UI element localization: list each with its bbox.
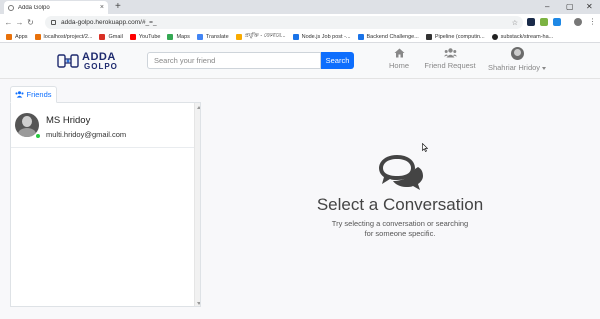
new-tab-button[interactable]: + [115,1,121,13]
empty-state-subtitle: Try selecting a conversation or searchin… [320,219,480,239]
bookmark-star-icon[interactable]: ☆ [512,19,518,27]
profile-dropdown[interactable]: Shahriar Hridoy [482,47,552,72]
search-button[interactable]: Search [321,52,354,69]
avatar [510,47,524,60]
mouse-cursor-icon [422,143,428,152]
profile-avatar-icon[interactable] [574,18,582,26]
online-status-icon [35,133,41,139]
github-icon [491,33,498,40]
minimize-button[interactable]: – [545,1,549,13]
site-icon [357,33,364,40]
bookmark-wikipedia[interactable]: Pipeline (computin... [425,33,485,40]
app-logo[interactable]: ADDA GOLPO [57,51,119,73]
empty-state-subtitle-line2: for someone specific. [364,229,436,238]
empty-state-title: Select a Conversation [316,195,484,214]
logo-text-golpo: GOLPO [84,62,118,71]
search-input[interactable] [147,52,321,69]
scroll-up-icon[interactable] [197,106,200,109]
browser-tab-title: Adda Golpo [18,4,50,11]
nav-friend-request[interactable]: Friend Request [423,48,477,70]
extension-icon[interactable] [553,18,561,26]
bookmark-nodejs[interactable]: Node.js Job post -... [292,33,351,40]
menu-kebab-icon[interactable]: ⋮ [587,17,598,26]
tab-friends[interactable]: Friends [10,86,57,103]
bookmark-bangla[interactable]: প্রযুক্তি - জেনারে... [235,33,286,41]
gmail-icon [99,33,106,40]
window-close-button[interactable]: ✕ [586,1,593,13]
translate-icon [196,33,203,40]
friends-list: MS Hridoy multi.hridoy@gmail.com [10,102,201,307]
home-icon [394,48,404,58]
app-navbar: ADDA GOLPO Search Home Friend Request Sh… [0,43,600,79]
youtube-icon [129,33,136,40]
site-icon [292,33,299,40]
bookmark-translate[interactable]: Translate [196,33,229,40]
site-icon [235,33,242,40]
extension-icon[interactable] [540,18,548,26]
forward-icon[interactable]: → [14,18,25,27]
comments-icon [379,155,423,190]
users-icon [443,48,457,58]
globe-icon [8,4,14,11]
bookmark-maps[interactable]: Maps [167,33,190,40]
bookmark-gmail[interactable]: Gmail [99,33,123,40]
bookmark-backend[interactable]: Backend Challenge... [357,33,419,40]
back-icon[interactable]: ← [3,18,14,27]
friend-name: MS Hridoy [46,115,91,126]
bookmark-github[interactable]: substack/stream-ha... [491,33,553,40]
nav-home[interactable]: Home [386,48,412,70]
address-bar[interactable]: adda-golpo.herokuapp.com/#_=_ ☆ [45,16,523,29]
wikipedia-icon [425,33,432,40]
bookmark-youtube[interactable]: YouTube [129,33,160,40]
chevron-down-icon [542,66,547,70]
address-url: adda-golpo.herokuapp.com/#_=_ [61,19,157,26]
users-icon [15,91,24,98]
friend-email: multi.hridoy@gmail.com [46,130,127,139]
tab-close-icon[interactable]: × [100,4,104,11]
maximize-button[interactable]: ▢ [566,1,574,13]
bookmark-localhost[interactable]: localhost/project/2... [34,33,92,40]
empty-state-subtitle-line1: Try selecting a conversation or searchin… [331,219,469,228]
scroll-down-icon[interactable] [197,302,200,305]
apps-grid-icon [6,33,12,40]
nav-friend-request-label: Friend Request [424,61,476,70]
browser-tab-strip: Adda Golpo × + – ▢ ✕ [0,0,600,14]
tab-friends-label: Friends [26,90,52,99]
extension-icon[interactable] [527,18,535,26]
reload-icon[interactable]: ↻ [25,18,36,27]
browser-toolbar: ← → ↻ adda-golpo.herokuapp.com/#_=_ ☆ ⋮ [0,14,600,31]
nav-home-label: Home [388,61,409,70]
browser-tab[interactable]: Adda Golpo × [4,1,108,14]
profile-name: Shahriar Hridoy [487,63,541,72]
logo-chat-icon [57,54,79,68]
lock-icon [51,20,56,25]
bookmark-apps[interactable]: Apps [6,33,28,40]
bookmarks-bar: Apps localhost/project/2... Gmail YouTub… [0,31,600,43]
site-icon [34,33,41,40]
maps-icon [167,33,174,40]
scrollbar[interactable] [194,103,200,306]
list-item[interactable]: MS Hridoy multi.hridoy@gmail.com [11,106,194,148]
